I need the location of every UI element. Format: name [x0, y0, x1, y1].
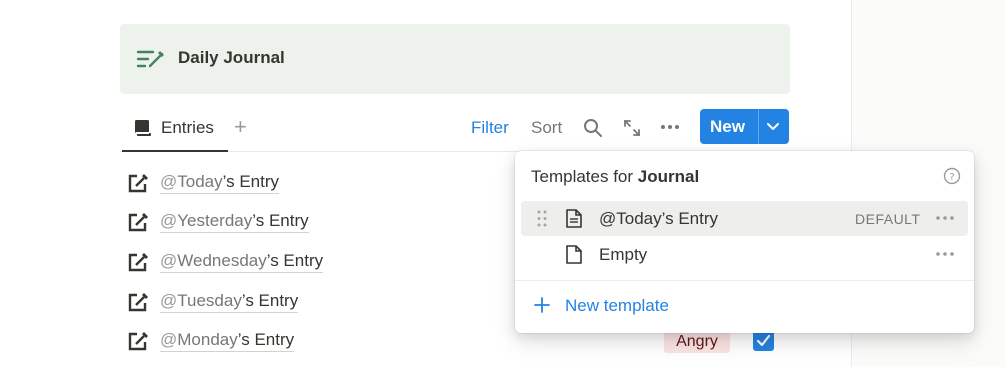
entry-title[interactable]: @Monday’s Entry [160, 330, 295, 352]
book-icon [135, 120, 151, 136]
edit-icon [128, 332, 148, 351]
template-label: @Today’s Entry [599, 209, 718, 228]
new-template-button[interactable]: New template [531, 294, 731, 318]
edit-icon [128, 293, 148, 312]
new-template-label: New template [565, 296, 669, 315]
entry-title[interactable]: @Yesterday’s Entry [160, 211, 309, 233]
filter-button[interactable]: Filter [471, 118, 509, 138]
document-icon [566, 209, 582, 228]
edit-icon [128, 174, 148, 193]
edit-icon [128, 213, 148, 232]
chevron-down-icon[interactable] [765, 120, 781, 134]
list-item[interactable]: @Monday’s Entry [120, 325, 520, 357]
edit-icon [128, 253, 148, 272]
tab-label: Entries [161, 118, 214, 137]
entry-title[interactable]: @Today’s Entry [160, 172, 280, 194]
templates-menu-title: Templates for Journal [531, 167, 700, 186]
tab-entries[interactable]: Entries [122, 108, 228, 152]
callout-title: Daily Journal [178, 48, 285, 67]
template-item[interactable]: Empty [521, 237, 968, 272]
plus-icon [534, 297, 550, 313]
more-options-icon[interactable] [935, 211, 955, 225]
sort-button[interactable]: Sort [531, 118, 562, 138]
list-item[interactable]: @Yesterday’s Entry [120, 206, 520, 238]
done-checkbox[interactable] [753, 330, 774, 351]
templates-menu: Templates for Journal ? @Today’s Entry D… [515, 151, 974, 333]
new-button-label: New [710, 117, 745, 136]
svg-text:?: ? [949, 172, 954, 183]
expand-icon[interactable] [623, 119, 641, 137]
more-options-icon[interactable] [935, 247, 955, 261]
template-label: Empty [599, 245, 648, 264]
list-item[interactable]: @Tuesday’s Entry [120, 286, 520, 318]
new-button[interactable]: New [700, 109, 789, 144]
edit-list-icon [136, 50, 164, 68]
default-badge: DEFAULT [855, 211, 921, 227]
check-icon [756, 334, 771, 347]
list-item[interactable]: @Wednesday’s Entry [120, 246, 520, 278]
template-item[interactable]: @Today’s Entry DEFAULT [521, 201, 968, 236]
view-toolbar: Entries + Filter Sort New [120, 108, 790, 152]
search-icon[interactable] [583, 118, 603, 138]
mood-tag[interactable]: Angry [664, 330, 730, 353]
callout-header: Daily Journal [120, 24, 790, 94]
list-item[interactable]: @Today’s Entry [120, 167, 520, 199]
entry-title[interactable]: @Tuesday’s Entry [160, 291, 299, 313]
drag-handle-icon[interactable] [537, 210, 547, 227]
more-options-icon[interactable] [660, 124, 680, 130]
entry-title[interactable]: @Wednesday’s Entry [160, 251, 324, 273]
blank-page-icon [566, 245, 582, 264]
button-divider [758, 109, 759, 144]
menu-divider [515, 280, 974, 281]
add-view-button[interactable]: + [234, 116, 247, 138]
help-icon[interactable]: ? [943, 167, 961, 185]
